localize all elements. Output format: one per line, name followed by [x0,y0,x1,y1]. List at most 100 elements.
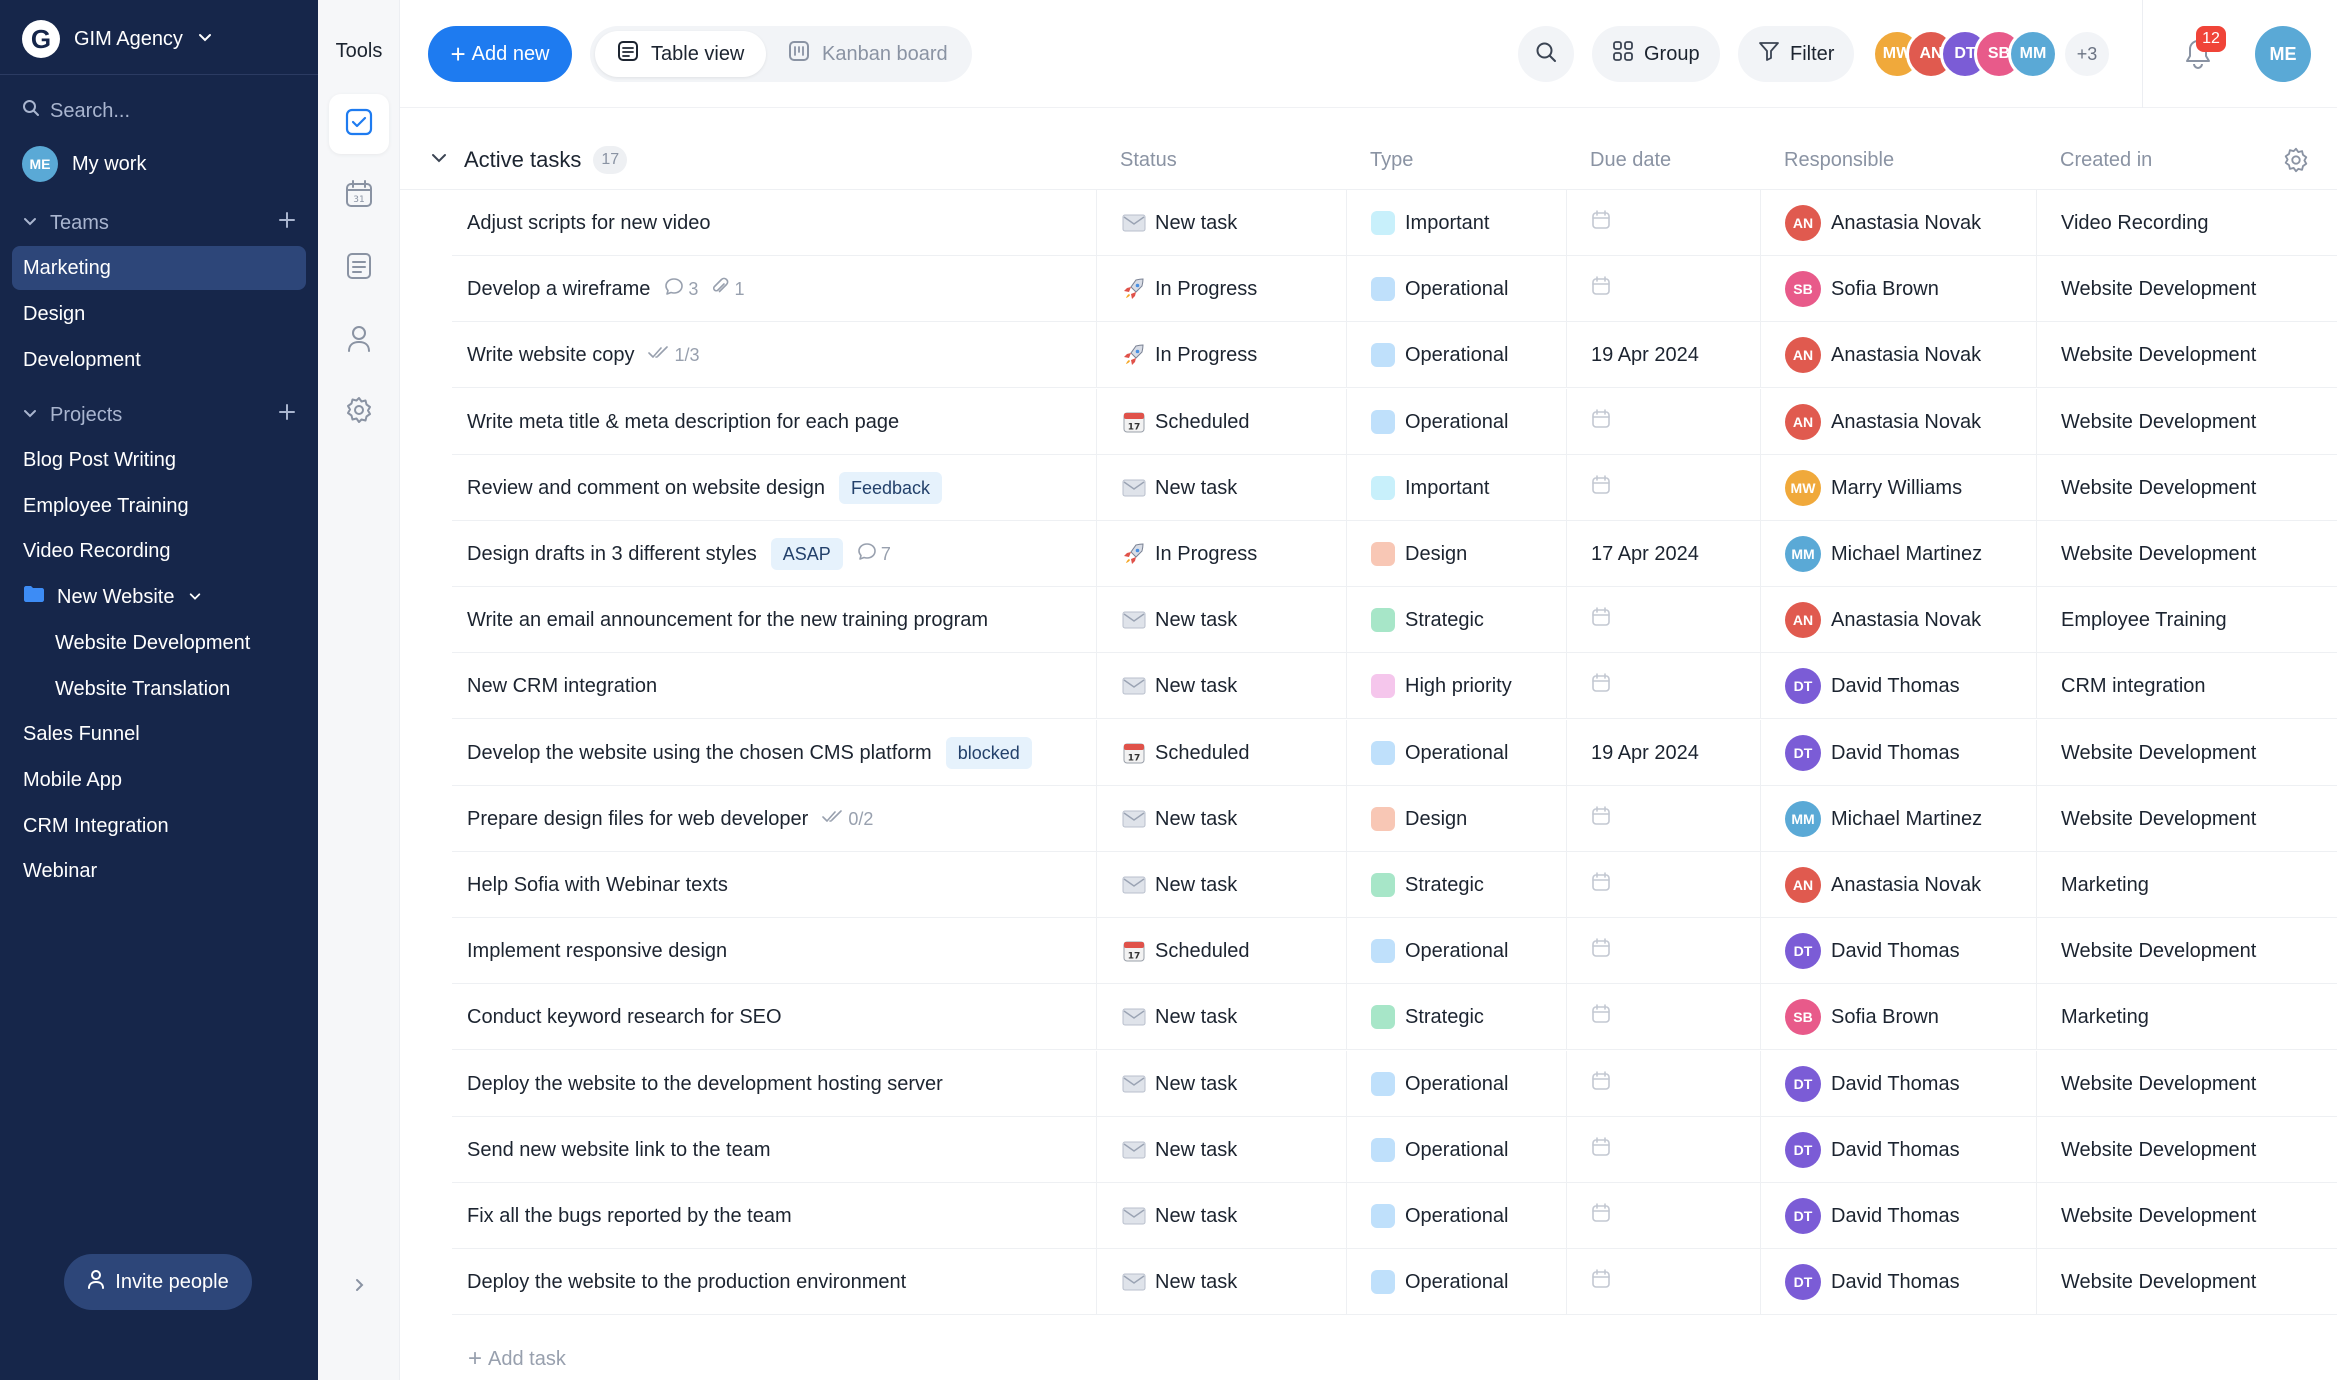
type-cell[interactable]: Strategic [1346,852,1566,918]
responsible-cell[interactable]: DT David Thomas [1760,720,2036,786]
chevron-down-icon[interactable] [430,149,448,172]
task-title-cell[interactable]: Develop a wireframe 3 1 [467,256,1097,322]
created-in-cell[interactable]: Website Development [2036,1183,2337,1249]
status-cell[interactable]: New task [1096,1117,1346,1183]
responsible-cell[interactable]: DT David Thomas [1760,1051,2036,1117]
status-cell[interactable]: In Progress [1096,256,1346,322]
type-cell[interactable]: Important [1346,190,1566,256]
task-tag[interactable]: Feedback [838,472,943,504]
task-title-cell[interactable]: Write meta title & meta description for … [467,389,1097,455]
due-date-cell[interactable] [1566,389,1760,455]
tool-tasks[interactable] [329,94,389,154]
column-header-type[interactable]: Type [1370,130,1413,190]
type-cell[interactable]: Operational [1346,1183,1566,1249]
task-title-cell[interactable]: Develop the website using the chosen CMS… [467,720,1097,786]
created-in-cell[interactable]: Website Development [2036,1117,2337,1183]
table-row[interactable]: Write an email announcement for the new … [452,587,2337,653]
task-title-cell[interactable]: Write website copy 1/3 [467,322,1097,388]
task-title-cell[interactable]: Write an email announcement for the new … [467,587,1097,653]
add-new-button[interactable]: + Add new [428,26,572,82]
task-title-cell[interactable]: Adjust scripts for new video [467,190,1097,256]
sidebar-item-project[interactable]: Website Translation [12,667,306,711]
status-cell[interactable]: New task [1096,1249,1346,1315]
responsible-cell[interactable]: MW Marry Williams [1760,455,2036,521]
table-row[interactable]: Prepare design files for web developer 0/… [452,786,2337,852]
sidebar-item-team[interactable]: Marketing [12,246,306,290]
add-team-plus-icon[interactable] [278,211,296,235]
created-in-cell[interactable]: Website Development [2036,256,2337,322]
sidebar-folder[interactable]: New Website [12,575,306,619]
sidebar-item-project[interactable]: Website Development [12,621,306,665]
tab-table-view[interactable]: Table view [595,31,767,77]
task-title-cell[interactable]: Fix all the bugs reported by the team [467,1183,1097,1249]
due-date-cell[interactable] [1566,587,1760,653]
due-date-cell[interactable] [1566,918,1760,984]
created-in-cell[interactable]: Employee Training [2036,587,2337,653]
type-cell[interactable]: Design [1346,521,1566,587]
add-task-button[interactable]: + Add task [468,1344,566,1374]
created-in-cell[interactable]: Website Development [2036,918,2337,984]
task-tag[interactable]: ASAP [770,538,843,570]
task-title-cell[interactable]: Implement responsive design [467,918,1097,984]
status-cell[interactable]: New task [1096,190,1346,256]
table-row[interactable]: Deploy the website to the development ho… [452,1051,2337,1117]
add-project-plus-icon[interactable] [278,403,296,427]
created-in-cell[interactable]: Website Development [2036,1051,2337,1117]
status-cell[interactable]: New task [1096,984,1346,1050]
tab-kanban-board[interactable]: Kanban board [766,31,970,77]
responsible-cell[interactable]: MM Michael Martinez [1760,521,2036,587]
table-row[interactable]: Implement responsive design 17 Scheduled Op… [452,918,2337,984]
table-row[interactable]: Help Sofia with Webinar texts New task Str… [452,852,2337,918]
type-cell[interactable]: Operational [1346,1051,1566,1117]
status-cell[interactable]: New task [1096,1051,1346,1117]
task-title-cell[interactable]: Help Sofia with Webinar texts [467,852,1097,918]
task-tag[interactable]: blocked [945,737,1032,769]
tool-notes[interactable] [329,238,389,298]
my-work-link[interactable]: ME My work [22,145,146,183]
type-cell[interactable]: Operational [1346,256,1566,322]
status-cell[interactable]: New task [1096,786,1346,852]
task-title-cell[interactable]: Send new website link to the team [467,1117,1097,1183]
task-title-cell[interactable]: Deploy the website to the development ho… [467,1051,1097,1117]
type-cell[interactable]: Important [1346,455,1566,521]
sidebar-item-project[interactable]: Blog Post Writing [12,438,306,482]
type-cell[interactable]: Operational [1346,1117,1566,1183]
table-row[interactable]: Write meta title & meta description for … [452,389,2337,455]
column-header-responsible[interactable]: Responsible [1784,130,1894,190]
status-cell[interactable]: In Progress [1096,322,1346,388]
created-in-cell[interactable]: Website Development [2036,455,2337,521]
responsible-cell[interactable]: SB Sofia Brown [1760,984,2036,1050]
due-date-cell[interactable] [1566,455,1760,521]
type-cell[interactable]: High priority [1346,653,1566,719]
task-title-cell[interactable]: Design drafts in 3 different styles ASAP 7 [467,521,1097,587]
sidebar-item-team[interactable]: Design [12,292,306,336]
table-row[interactable]: Conduct keyword research for SEO New task… [452,984,2337,1050]
created-in-cell[interactable]: Website Development [2036,322,2337,388]
due-date-cell[interactable] [1566,1183,1760,1249]
due-date-cell[interactable] [1566,1249,1760,1315]
type-cell[interactable]: Operational [1346,918,1566,984]
type-cell[interactable]: Operational [1346,1249,1566,1315]
chevron-right-icon[interactable] [344,1270,374,1300]
status-cell[interactable]: New task [1096,852,1346,918]
created-in-cell[interactable]: Website Development [2036,1249,2337,1315]
table-row[interactable]: Fix all the bugs reported by the team New… [452,1183,2337,1249]
responsible-cell[interactable]: SB Sofia Brown [1760,256,2036,322]
created-in-cell[interactable]: Website Development [2036,720,2337,786]
status-cell[interactable]: 17 Scheduled [1096,720,1346,786]
more-members-badge[interactable]: +3 [2062,29,2112,79]
sidebar-item-project[interactable]: Webinar [12,849,306,893]
type-cell[interactable]: Strategic [1346,587,1566,653]
status-cell[interactable]: New task [1096,1183,1346,1249]
task-title-cell[interactable]: New CRM integration [467,653,1097,719]
status-cell[interactable]: New task [1096,455,1346,521]
column-header-due-date[interactable]: Due date [1590,130,1671,190]
projects-section-header[interactable]: Projects [22,400,296,430]
due-date-cell[interactable] [1566,1117,1760,1183]
type-cell[interactable]: Operational [1346,720,1566,786]
members-avatars[interactable]: MW AN DT SB MM +3 [1872,28,2112,80]
column-header-status[interactable]: Status [1120,130,1177,190]
responsible-cell[interactable]: DT David Thomas [1760,1183,2036,1249]
table-row[interactable]: Write website copy 1/3 In Progress Operatio… [452,322,2337,388]
responsible-cell[interactable]: DT David Thomas [1760,918,2036,984]
